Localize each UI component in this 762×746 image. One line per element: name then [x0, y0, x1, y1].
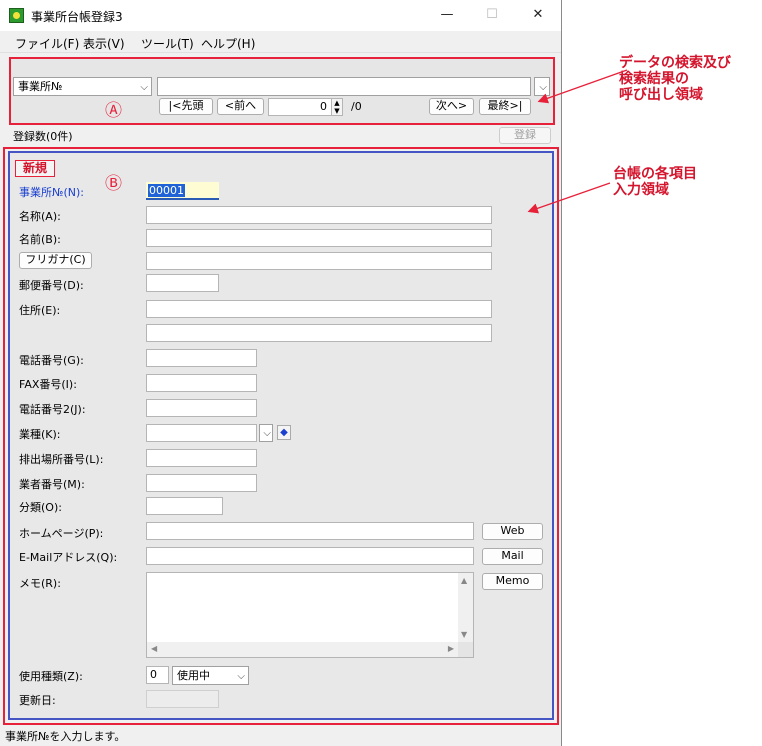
arrow-to-area-a — [537, 69, 628, 104]
arrow-to-area-b — [527, 182, 611, 214]
annotation-arrows — [527, 69, 628, 214]
